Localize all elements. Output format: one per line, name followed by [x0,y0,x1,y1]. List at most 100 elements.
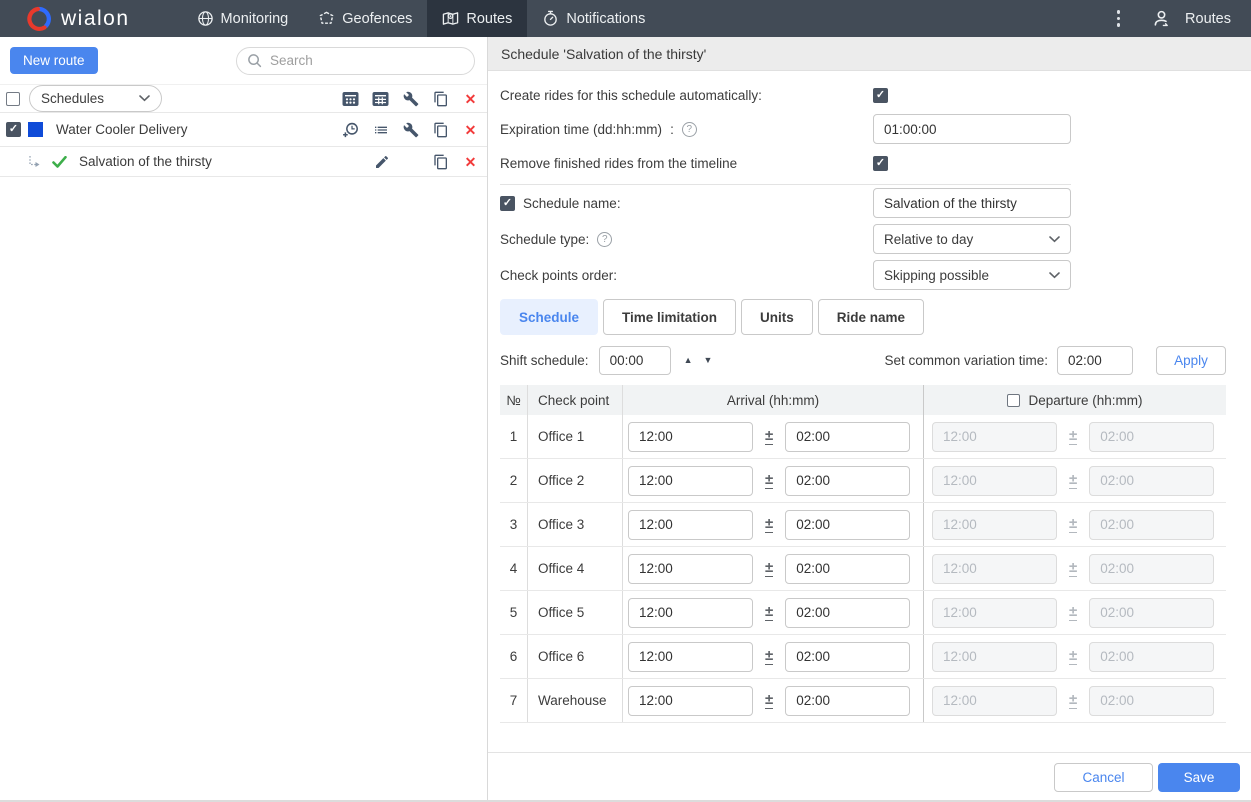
arrival-variation-input[interactable] [785,686,910,716]
arrival-time-input[interactable] [628,686,753,716]
departure-variation-input [1089,554,1214,584]
plus-minus-icon: ± [1069,560,1077,578]
wrench-icon[interactable] [402,90,419,107]
variation-input[interactable] [1057,346,1133,375]
plus-minus-icon: ± [1069,472,1077,490]
schedule-name[interactable]: Salvation of the thirsty [79,154,212,169]
arrival-time-input[interactable] [628,554,753,584]
route-checkbox[interactable]: ✓ [6,122,21,137]
status-check-icon [52,156,67,168]
main-menu: Monitoring Geofences Routes [182,0,661,37]
copy-icon[interactable] [432,90,449,107]
table-body: 1 Office 1 ± ± 2 Office 2 ± ± 3 Office 3 [500,415,1226,723]
tab-time-limitation[interactable]: Time limitation [603,299,736,335]
cancel-button[interactable]: Cancel [1054,763,1153,792]
editor-tabs: Schedule Time limitation Units Ride name [500,299,1226,335]
schedule-name-row: ✓ Schedule name: [500,185,1226,221]
nav-item-notifications[interactable]: Notifications [527,0,660,37]
shift-schedule-input[interactable] [599,346,671,375]
delete-icon[interactable]: ✕ [462,121,479,138]
arrival-cell: ± [623,591,924,634]
arrival-cell: ± [623,547,924,590]
help-icon[interactable]: ? [597,232,612,247]
select-all-checkbox[interactable] [6,92,20,106]
arrival-variation-input[interactable] [785,466,910,496]
expiration-row: Expiration time (dd:hh:mm) : ? [500,112,1226,146]
calendar-grid-icon[interactable] [372,90,389,107]
schedule-type-select[interactable]: Relative to day [873,224,1071,254]
help-icon[interactable]: ? [682,122,697,137]
arrival-cell: ± [623,503,924,546]
departure-enable-checkbox[interactable] [1007,394,1020,407]
arrival-variation-input[interactable] [785,642,910,672]
delete-icon[interactable]: ✕ [462,153,479,170]
checkpoint-row: 4 Office 4 ± ± [500,547,1226,591]
route-row[interactable]: ✓ Water Cooler Delivery [0,113,487,147]
copy-icon[interactable] [432,121,449,138]
chevron-down-icon [1049,272,1060,279]
arrival-time-input[interactable] [628,642,753,672]
copy-icon[interactable] [432,153,449,170]
add-schedule-clock-icon[interactable] [342,121,359,138]
row-number: 4 [500,547,528,590]
spin-up-icon[interactable]: ▲ [684,356,693,365]
schedule-editor-panel: Schedule 'Salvation of the thirsty' Crea… [488,37,1251,802]
arrival-variation-input[interactable] [785,554,910,584]
schedule-list-icon[interactable] [372,121,389,138]
route-name[interactable]: Water Cooler Delivery [56,122,188,137]
new-route-button[interactable]: New route [10,47,98,74]
delete-icon[interactable]: ✕ [462,90,479,107]
row-number: 7 [500,679,528,722]
departure-variation-input [1089,686,1214,716]
schedule-name-checkbox[interactable]: ✓ [500,196,515,211]
schedule-row[interactable]: Salvation of the thirsty ✕ [0,147,487,177]
checkpoints-order-select[interactable]: Skipping possible [873,260,1071,290]
plus-minus-icon: ± [765,472,773,490]
list-type-select[interactable]: Schedules [29,85,162,112]
schedule-type-label: Schedule type: [500,232,589,247]
departure-time-input [932,554,1057,584]
arrival-time-input[interactable] [628,510,753,540]
top-navbar: wialon Monitoring Geofences [0,0,1251,37]
expiration-input[interactable] [873,114,1071,144]
remove-finished-label: Remove finished rides from the timeline [500,156,873,171]
more-menu-icon[interactable] [1111,6,1127,31]
arrival-time-input[interactable] [628,598,753,628]
user-menu[interactable]: Routes [1152,9,1231,28]
arrival-time-input[interactable] [628,422,753,452]
departure-cell: ± [924,415,1226,458]
auto-create-checkbox[interactable]: ✓ [873,88,888,103]
tab-ride-name[interactable]: Ride name [818,299,924,335]
tab-units[interactable]: Units [741,299,813,335]
departure-cell: ± [924,547,1226,590]
edit-pencil-icon[interactable] [373,153,390,170]
arrival-cell: ± [623,679,924,722]
arrival-cell: ± [623,635,924,678]
nav-item-monitoring[interactable]: Monitoring [182,0,304,37]
spin-down-icon[interactable]: ▼ [703,356,712,365]
nav-item-routes[interactable]: Routes [427,0,527,37]
wialon-logo: wialon [0,0,140,37]
expiration-label: Expiration time (dd:hh:mm) [500,122,662,137]
nav-item-geofences[interactable]: Geofences [303,0,427,37]
tree-branch-icon [28,156,40,168]
checkpoint-row: 6 Office 6 ± ± [500,635,1226,679]
calendar-dots-icon[interactable] [342,90,359,107]
wrench-icon[interactable] [402,121,419,138]
departure-header-label: Departure (hh:mm) [1028,393,1142,408]
checkpoint-row: 7 Warehouse ± ± [500,679,1226,723]
departure-variation-input [1089,642,1214,672]
tab-schedule[interactable]: Schedule [500,299,598,335]
list-header-actions: ✕ [342,90,479,107]
arrival-time-input[interactable] [628,466,753,496]
arrival-variation-input[interactable] [785,510,910,540]
apply-button[interactable]: Apply [1156,346,1226,375]
save-button[interactable]: Save [1158,763,1240,792]
row-number: 2 [500,459,528,502]
search-input[interactable] [270,53,464,68]
arrival-variation-input[interactable] [785,422,910,452]
arrival-variation-input[interactable] [785,598,910,628]
remove-finished-checkbox[interactable]: ✓ [873,156,888,171]
route-color-swatch [28,122,43,137]
schedule-name-input[interactable] [873,188,1071,218]
